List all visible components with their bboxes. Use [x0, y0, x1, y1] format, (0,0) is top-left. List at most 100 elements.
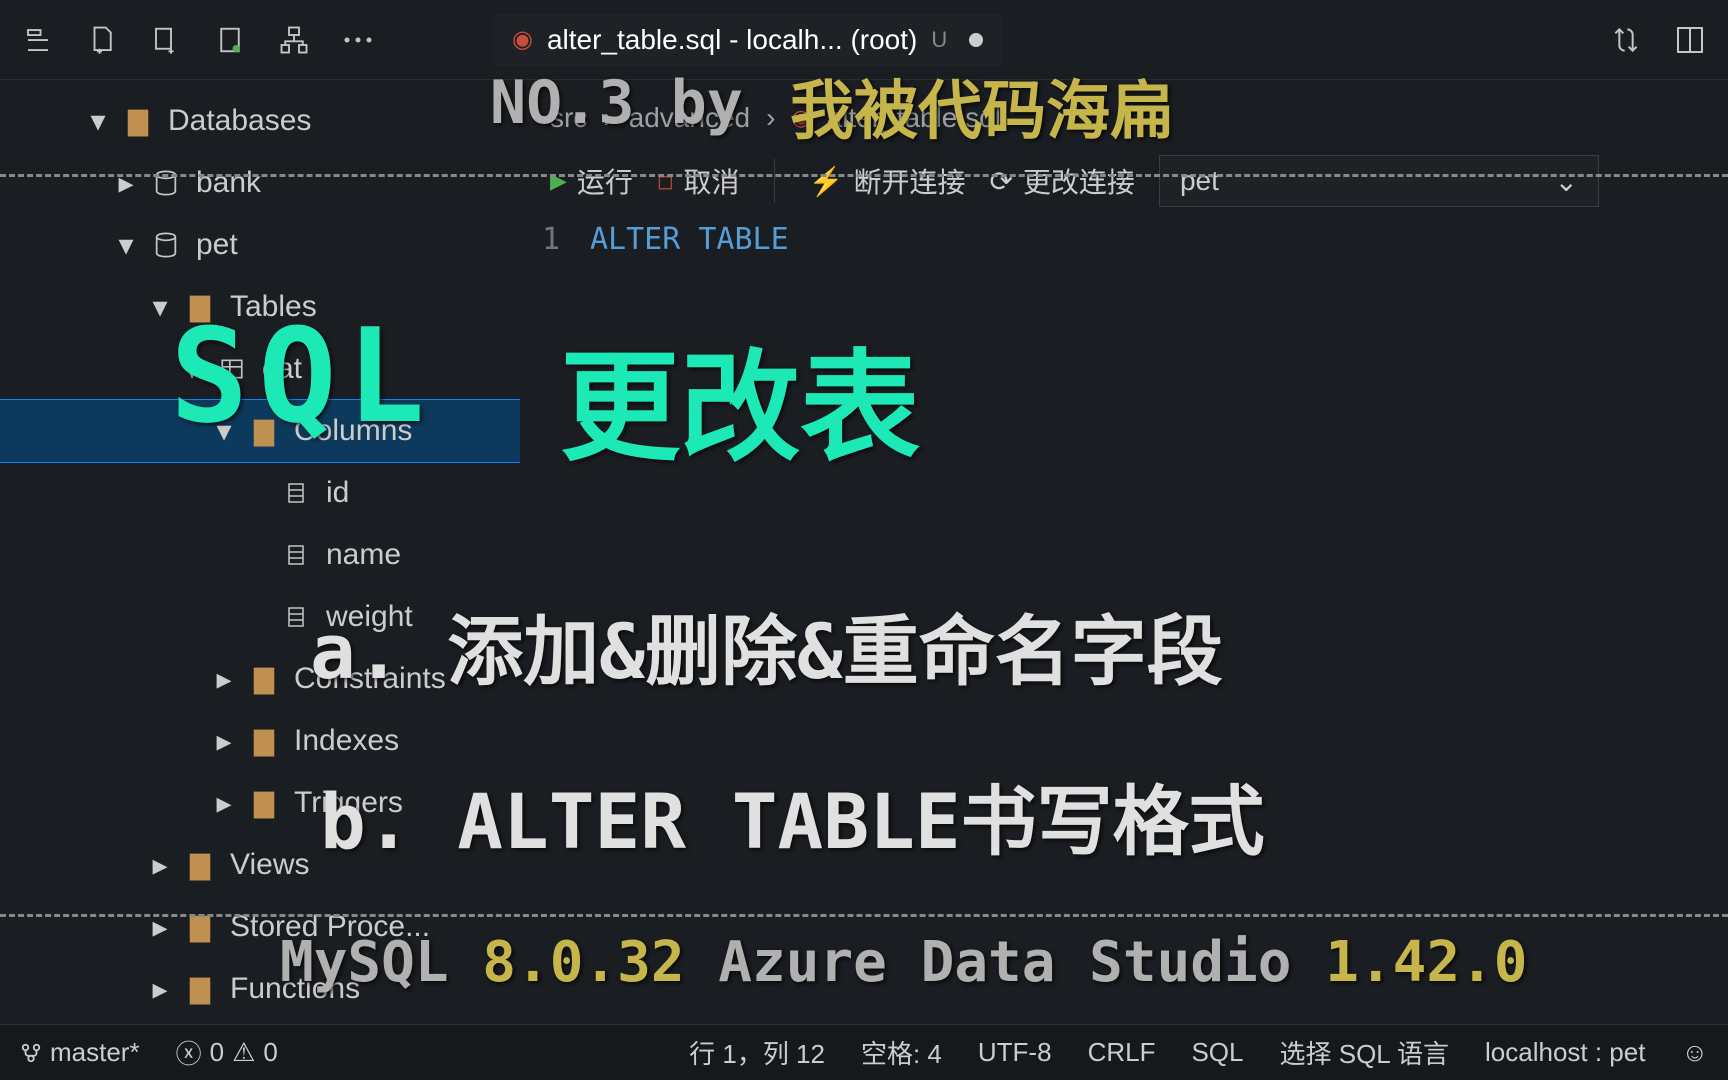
tree-label: cat [262, 352, 302, 386]
tree-stored-proc[interactable]: ▸ ▇ Stored Proce... [0, 896, 520, 958]
column-icon [280, 477, 312, 509]
notebook-icon[interactable] [212, 22, 248, 58]
folder-icon: ▇ [248, 725, 280, 757]
tree-db-bank[interactable]: ▸ bank [0, 152, 520, 214]
breadcrumb-file[interactable]: alter_table.sql [827, 102, 1001, 134]
tree-constraints[interactable]: ▸ ▇ Constraints [0, 648, 520, 710]
tree-label: pet [196, 228, 238, 262]
toolbar-icon-1[interactable] [20, 22, 56, 58]
chevron-right-icon: › [766, 102, 775, 134]
divider [774, 159, 775, 203]
tree-triggers[interactable]: ▸ ▇ Triggers [0, 772, 520, 834]
breadcrumb[interactable]: src › advanced › ◉ alter_table.sql [520, 90, 1728, 146]
folder-icon: ▇ [248, 787, 280, 819]
database-icon [150, 229, 182, 261]
tree-column-weight[interactable]: weight [0, 586, 520, 648]
eol[interactable]: CRLF [1088, 1037, 1156, 1068]
connection[interactable]: localhost : pet [1485, 1037, 1645, 1068]
tree-table-cat[interactable]: ▾ cat [0, 338, 520, 400]
indent[interactable]: 空格: 4 [861, 1034, 942, 1071]
tree-label: weight [326, 600, 413, 634]
database-select[interactable]: pet ⌄ [1159, 155, 1599, 207]
refresh-icon: ⟳ [989, 165, 1012, 198]
database-file-icon: ◉ [512, 25, 533, 54]
change-connection-button[interactable]: ⟳ 更改连接 [989, 161, 1134, 201]
column-icon [280, 601, 312, 633]
git-branch[interactable]: master* [20, 1037, 140, 1068]
tree-label: Constraints [294, 662, 446, 696]
hierarchy-icon[interactable] [276, 22, 312, 58]
chevron-down-icon: ▾ [148, 295, 172, 319]
disconnect-label: 断开连接 [853, 161, 965, 201]
dirty-indicator-icon [969, 33, 983, 47]
code-line[interactable]: 1 ALTER TABLE [520, 216, 1728, 263]
tab-badge: U [931, 27, 947, 53]
tree-label: Columns [294, 414, 412, 448]
folder-icon: ▇ [122, 105, 154, 137]
error-icon: ⓧ [176, 1034, 202, 1071]
cursor-position[interactable]: 行 1，列 12 [689, 1034, 825, 1071]
folder-icon: ▇ [248, 663, 280, 695]
play-icon: ▶ [550, 168, 567, 194]
status-bar: master* ⓧ0 ⚠0 行 1，列 12 空格: 4 UTF-8 CRLF … [0, 1024, 1728, 1080]
encoding[interactable]: UTF-8 [978, 1037, 1052, 1068]
tree-label: Stored Proce... [230, 910, 430, 944]
split-icon[interactable] [1672, 22, 1708, 58]
tree-databases[interactable]: ▾ ▇ Databases [0, 90, 520, 152]
plug-icon: ⚡ [809, 165, 844, 198]
change-conn-label: 更改连接 [1023, 161, 1135, 201]
language[interactable]: SQL [1191, 1037, 1243, 1068]
tree-column-name[interactable]: name [0, 524, 520, 586]
tree-column-id[interactable]: id [0, 462, 520, 524]
select-sql[interactable]: 选择 SQL 语言 [1280, 1034, 1450, 1071]
tree-label: Indexes [294, 724, 399, 758]
feedback-icon[interactable]: ☺ [1681, 1037, 1708, 1068]
tree-label: name [326, 538, 401, 572]
tree-functions[interactable]: ▸ ▇ Functions [0, 958, 520, 1020]
tree-label: Databases [168, 104, 311, 138]
breadcrumb-segment[interactable]: advanced [629, 102, 750, 134]
chevron-right-icon: ▸ [148, 915, 172, 939]
editor-tab[interactable]: ◉ alter_table.sql - localh... (root) U [492, 14, 1003, 66]
line-number: 1 [520, 222, 590, 257]
database-explorer-sidebar: ▾ ▇ Databases ▸ bank ▾ pet ▾ ▇ Tables ▾ … [0, 80, 520, 1050]
chevron-down-icon: ▾ [86, 109, 110, 133]
tree-label: Tables [230, 290, 317, 324]
stop-icon: ◻ [657, 169, 674, 194]
database-icon [150, 167, 182, 199]
error-count: 0 [210, 1037, 224, 1068]
column-icon [280, 539, 312, 571]
new-file-icon[interactable] [84, 22, 120, 58]
tree-label: id [326, 476, 349, 510]
folder-icon: ▇ [184, 849, 216, 881]
chevron-right-icon: ▸ [148, 977, 172, 1001]
editor-pane: src › advanced › ◉ alter_table.sql ▶ 运行 … [520, 80, 1728, 1050]
chevron-right-icon: ▸ [212, 729, 236, 753]
disconnect-button[interactable]: ⚡ 断开连接 [809, 161, 966, 201]
breadcrumb-segment[interactable]: src [550, 102, 587, 134]
tree-label: Views [230, 848, 309, 882]
compare-icon[interactable] [1608, 22, 1644, 58]
chevron-right-icon: ▸ [148, 853, 172, 877]
tab-title: alter_table.sql - localh... (root) [547, 24, 917, 56]
tree-columns[interactable]: ▾ ▇ Columns [0, 400, 520, 462]
chevron-down-icon: ▾ [114, 233, 138, 257]
folder-icon: ▇ [184, 973, 216, 1005]
more-icon[interactable] [340, 22, 376, 58]
tree-label: Triggers [294, 786, 403, 820]
chevron-down-icon: ▾ [212, 419, 236, 443]
tree-tables[interactable]: ▾ ▇ Tables [0, 276, 520, 338]
chevron-down-icon: ▾ [180, 357, 204, 381]
branch-label: master* [50, 1037, 140, 1068]
problems[interactable]: ⓧ0 ⚠0 [176, 1034, 278, 1071]
query-action-bar: ▶ 运行 ◻ 取消 ⚡ 断开连接 ⟳ 更改连接 pet ⌄ [520, 146, 1728, 216]
new-query-icon[interactable] [148, 22, 184, 58]
tree-db-pet[interactable]: ▾ pet [0, 214, 520, 276]
tree-indexes[interactable]: ▸ ▇ Indexes [0, 710, 520, 772]
tree-label: Functions [230, 972, 360, 1006]
tree-views[interactable]: ▸ ▇ Views [0, 834, 520, 896]
code-content: ALTER TABLE [590, 222, 789, 257]
cancel-button[interactable]: ◻ 取消 [657, 161, 740, 201]
run-button[interactable]: ▶ 运行 [550, 161, 633, 201]
chevron-right-icon: ▸ [212, 791, 236, 815]
